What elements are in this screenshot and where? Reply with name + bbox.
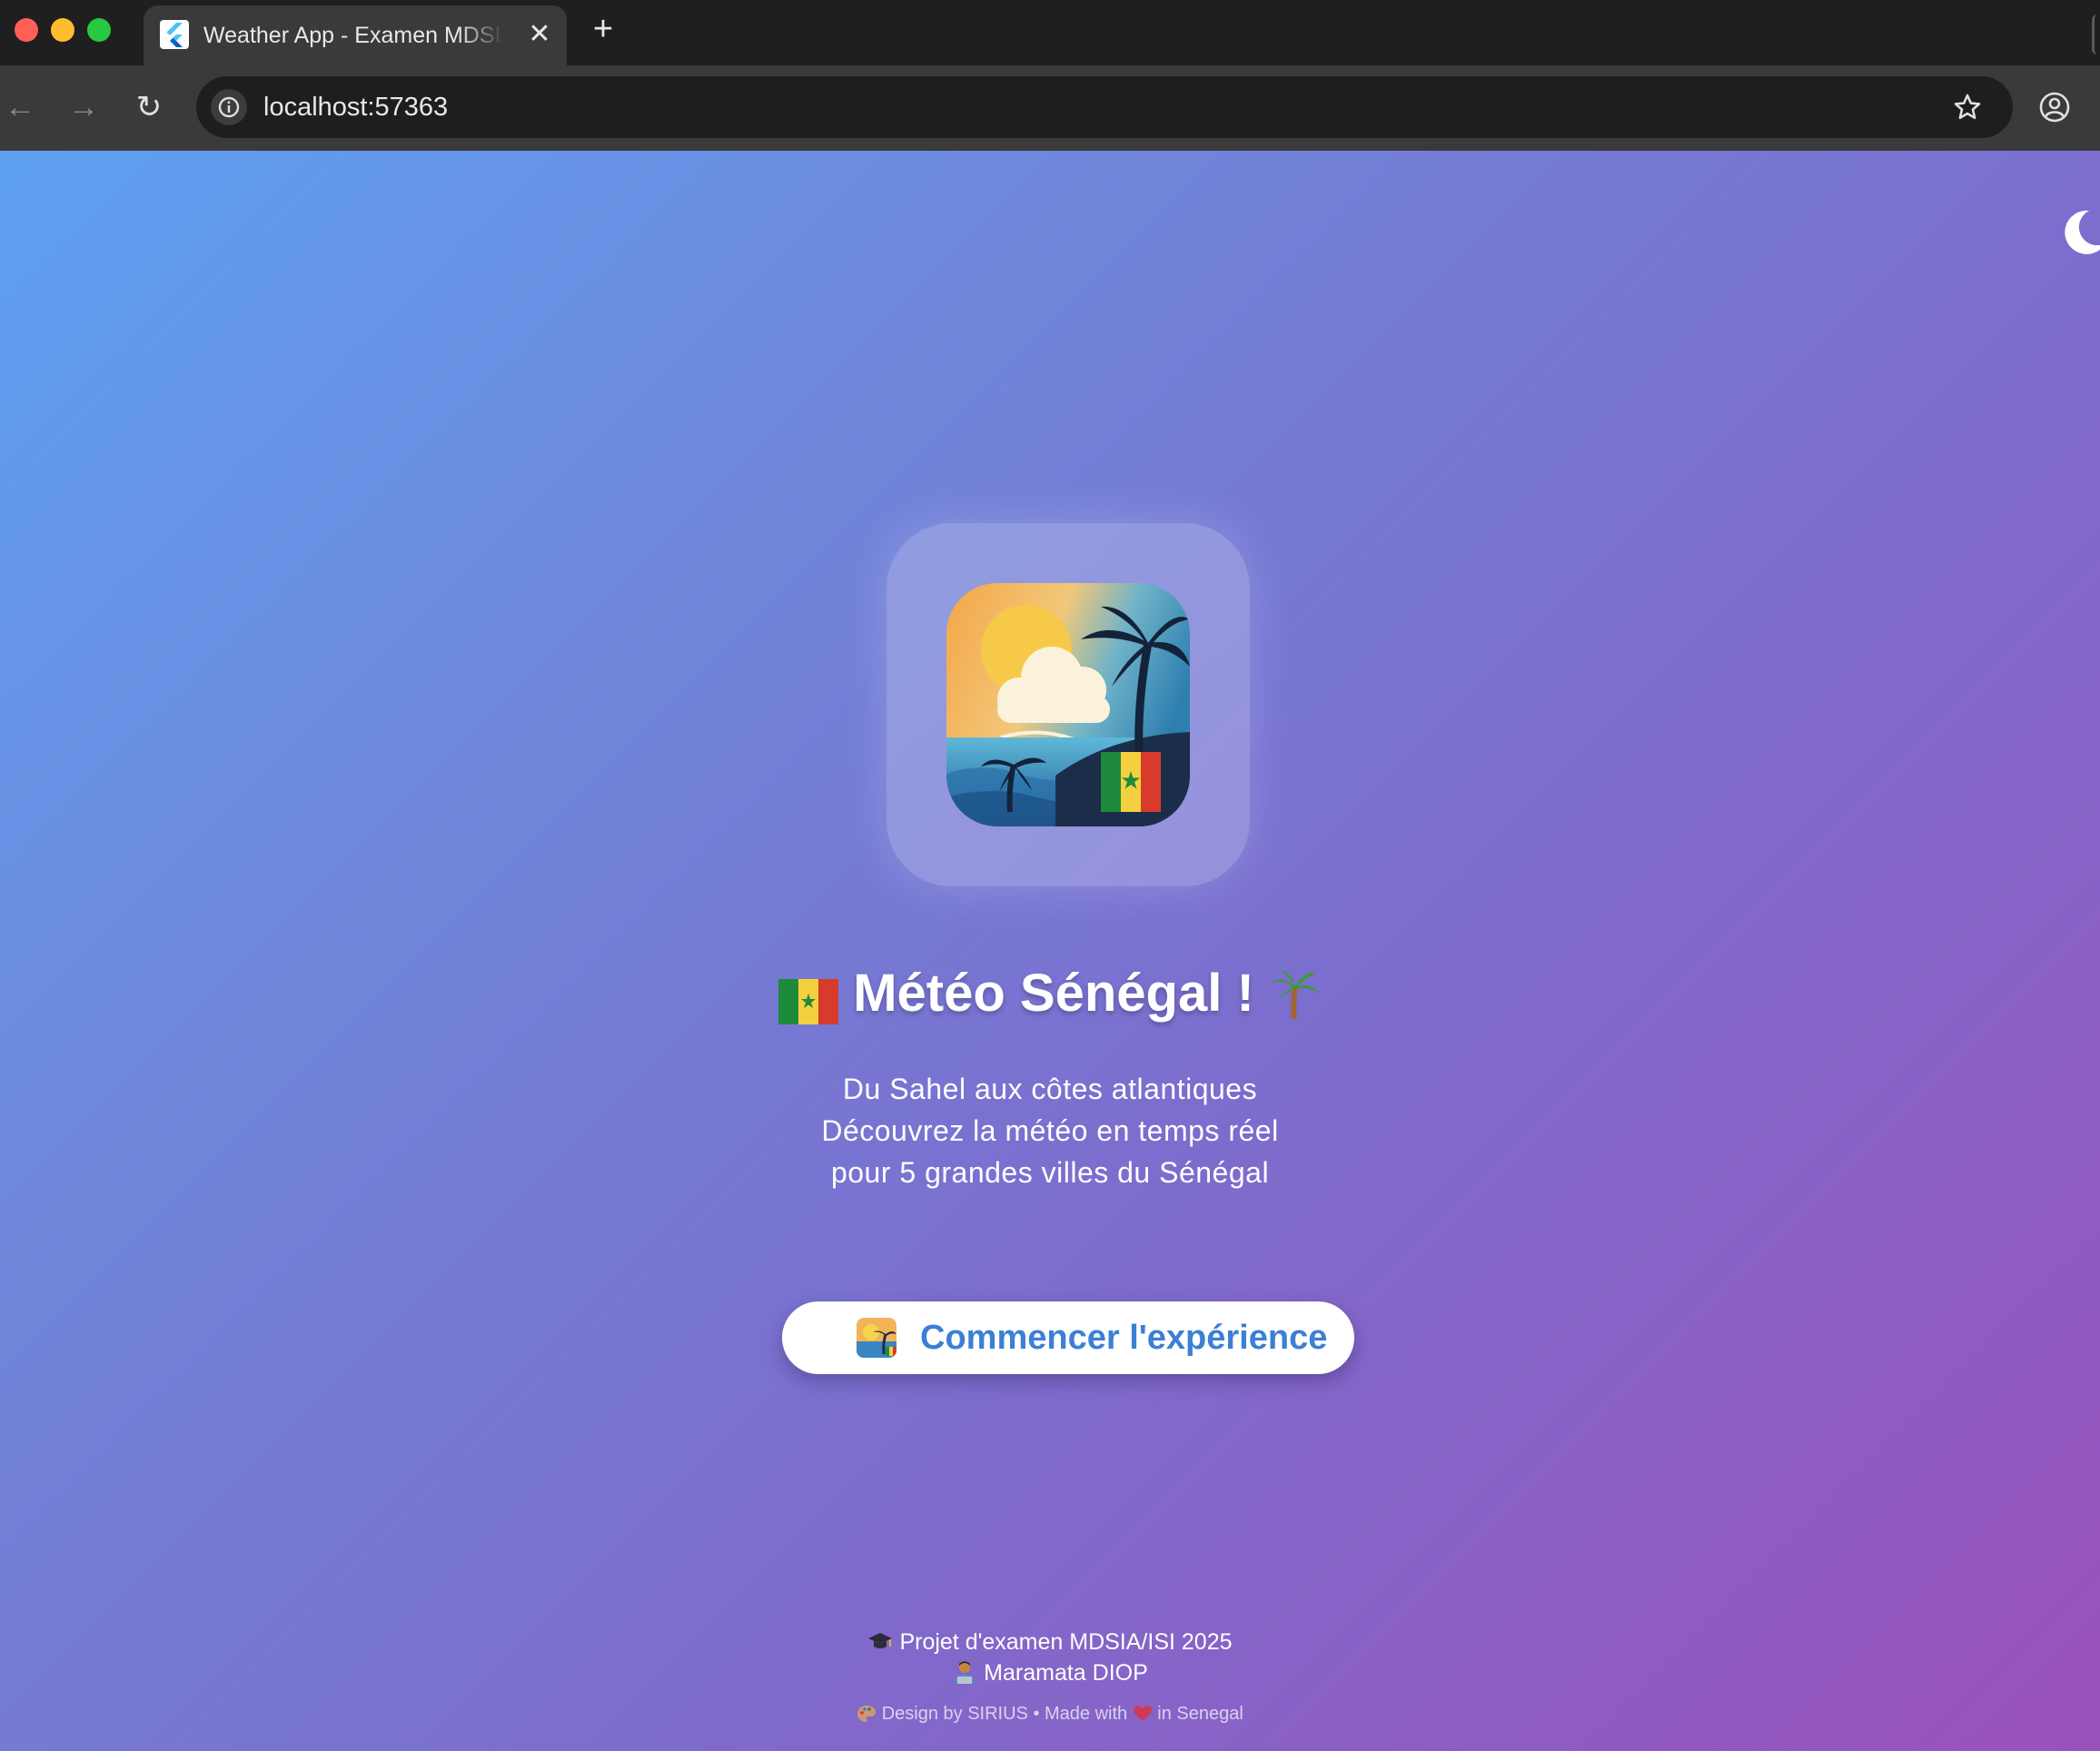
profile-icon[interactable] <box>2036 89 2073 125</box>
logo-frame <box>887 523 1250 886</box>
bookmark-star-icon[interactable] <box>1949 89 1986 125</box>
browser-toolbar: ← → ↻ localhost:57363 <box>0 65 2100 151</box>
forward-button[interactable]: → <box>65 89 102 125</box>
senegal-flag-icon <box>778 971 839 1024</box>
new-tab-button[interactable]: + <box>585 11 621 47</box>
tab-strip-edge <box>2092 15 2100 54</box>
back-button[interactable]: ← <box>2 89 38 125</box>
browser-tab-active[interactable]: Weather App - Examen MDSIA/ISI ✕ <box>144 5 567 65</box>
url-text[interactable]: localhost:57363 <box>263 91 448 124</box>
crescent-moon-icon[interactable] <box>2055 205 2100 260</box>
footer-project-text: Projet d'examen MDSIA/ISI 2025 <box>899 1629 1233 1655</box>
subtitle-line-2: Découvrez la météo en temps réel <box>821 1114 1279 1147</box>
footer-credits: Design by SIRIUS • Made with in Senegal <box>0 1700 2100 1731</box>
palm-tree-icon <box>1267 966 1322 1021</box>
page-title: Météo Sénégal ! <box>0 954 2100 1026</box>
footer-author-text: Maramata DIOP <box>984 1660 1148 1686</box>
sunrise-icon <box>857 1318 896 1358</box>
technologist-icon <box>952 1660 977 1693</box>
info-icon[interactable] <box>211 89 247 125</box>
close-window-button[interactable] <box>15 18 38 42</box>
footer-author: Maramata DIOP <box>0 1657 2100 1693</box>
tab-title: Weather App - Examen MDSIA/ISI <box>203 23 503 48</box>
welcome-screen: Météo Sénégal ! Du Sahel aux côtes atlan… <box>0 151 2100 1751</box>
minimize-window-button[interactable] <box>51 18 74 42</box>
browser-tab-bar: Weather App - Examen MDSIA/ISI ✕ + <box>0 0 2100 65</box>
subtitle-line-3: pour 5 grandes villes du Sénégal <box>830 1156 1270 1189</box>
artist-palette-icon <box>857 1704 877 1731</box>
credits-suffix: in Senegal <box>1157 1704 1243 1724</box>
start-experience-label: Commencer l'expérience <box>920 1319 1328 1357</box>
title-text: Météo Sénégal ! <box>853 963 1254 1023</box>
maximize-window-button[interactable] <box>87 18 111 42</box>
address-bar[interactable]: localhost:57363 <box>196 76 2013 138</box>
credits-prefix: Design by SIRIUS • Made with <box>881 1704 1128 1724</box>
subtitle-line-1: Du Sahel aux côtes atlantiques <box>842 1073 1258 1105</box>
flutter-favicon-icon <box>160 20 189 49</box>
heart-icon <box>1133 1704 1153 1731</box>
senegal-weather-app-icon <box>946 583 1190 826</box>
tab-close-icon[interactable]: ✕ <box>523 18 556 51</box>
start-experience-button[interactable]: Commencer l'expérience <box>782 1301 1354 1374</box>
reload-button[interactable]: ↻ <box>131 89 167 125</box>
